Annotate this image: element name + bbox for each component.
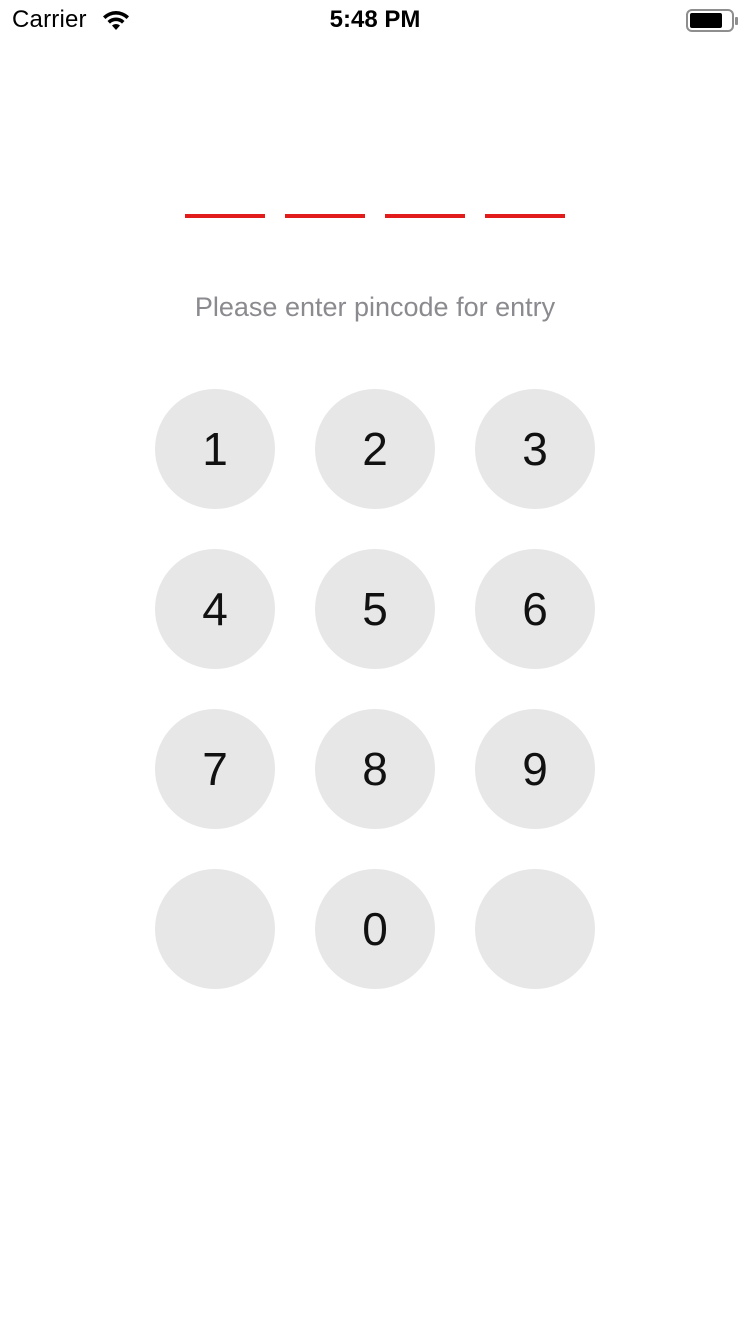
key-2[interactable]: 2 — [315, 389, 435, 509]
key-5[interactable]: 5 — [315, 549, 435, 669]
pincode-prompt: Please enter pincode for entry — [194, 292, 556, 322]
key-blank-left[interactable] — [155, 869, 275, 989]
key-7[interactable]: 7 — [155, 709, 275, 829]
pin-slot — [185, 214, 265, 218]
pin-slot — [285, 214, 365, 218]
key-8[interactable]: 8 — [315, 709, 435, 829]
key-3[interactable]: 3 — [475, 389, 595, 509]
pin-slot — [385, 214, 465, 218]
key-4[interactable]: 4 — [155, 549, 275, 669]
pincode-indicator — [185, 214, 565, 218]
battery-icon — [686, 9, 740, 33]
status-time: 5:48 PM — [329, 6, 421, 33]
pin-slot — [485, 214, 565, 218]
key-blank-right[interactable] — [475, 869, 595, 989]
key-1[interactable]: 1 — [155, 389, 275, 509]
key-0[interactable]: 0 — [315, 869, 435, 989]
key-6[interactable]: 6 — [475, 549, 595, 669]
key-9[interactable]: 9 — [475, 709, 595, 829]
status-bar: Carrier 5:48 PM — [0, 0, 750, 40]
